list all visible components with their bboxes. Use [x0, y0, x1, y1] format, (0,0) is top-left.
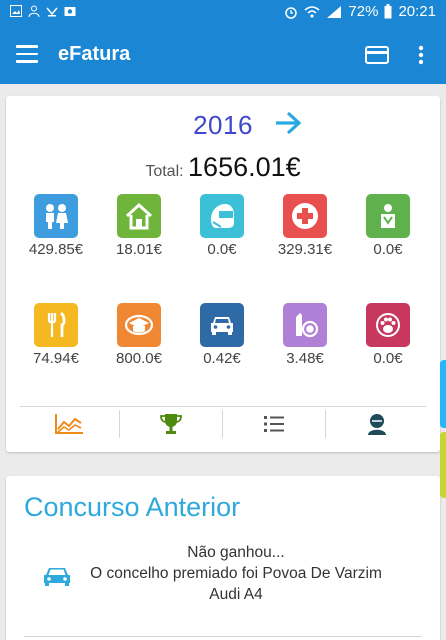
- signal-icon: [327, 5, 342, 18]
- category-value: 3.48€: [286, 350, 324, 367]
- category-value: 429.85€: [28, 241, 84, 258]
- status-bar: 72% 20:21: [0, 0, 446, 26]
- tab-list[interactable]: [224, 409, 324, 439]
- wifi-download-icon: [46, 7, 58, 17]
- car-icon: [200, 303, 244, 347]
- paw-icon: [366, 303, 410, 347]
- arrow-right-icon[interactable]: [274, 111, 302, 135]
- person-icon: [366, 194, 410, 238]
- battery-icon: [384, 4, 392, 19]
- category-veterinary[interactable]: 0.0€: [351, 303, 425, 367]
- category-health[interactable]: 329.31€: [268, 194, 342, 258]
- alarm-icon: [285, 6, 298, 19]
- tab-separator: [325, 410, 326, 438]
- app-title: eFatura: [58, 43, 131, 65]
- category-value: 329.31€: [277, 241, 333, 258]
- year-label[interactable]: 2016: [193, 110, 253, 140]
- user-icon: [368, 414, 386, 435]
- trophy-icon: [160, 414, 182, 434]
- category-value: 0.0€: [373, 241, 403, 258]
- total-label: Total:: [145, 163, 184, 180]
- wifi-icon: [304, 5, 320, 18]
- tab-trophy[interactable]: [121, 409, 221, 439]
- total-row: Total: 1656.01€: [6, 152, 440, 183]
- category-vehicles[interactable]: 0.0€: [185, 194, 259, 258]
- person-icon: [28, 5, 40, 17]
- family-icon: [34, 194, 78, 238]
- list-icon: [264, 416, 284, 432]
- category-auto-repair[interactable]: 0.42€: [185, 303, 259, 367]
- category-care[interactable]: 0.0€: [351, 194, 425, 258]
- total-value: 1656.01€: [188, 152, 301, 182]
- tab-chart[interactable]: [19, 409, 119, 439]
- category-education[interactable]: 800.0€: [102, 303, 176, 367]
- house-icon: [117, 194, 161, 238]
- fork-knife-icon: [34, 303, 78, 347]
- app-bar: eFatura: [0, 26, 446, 84]
- helmet-icon: [200, 194, 244, 238]
- graduation-cap-icon: [117, 303, 161, 347]
- category-value: 0.0€: [373, 350, 403, 367]
- winning-municipality: O concelho premiado foi Povoa De Varzim: [90, 565, 382, 582]
- chart-icon: [55, 414, 83, 434]
- category-beauty[interactable]: 3.48€: [268, 303, 342, 367]
- divider: [24, 636, 422, 637]
- system-status: 72% 20:21: [284, 3, 436, 20]
- previous-contest-card: Concurso Anterior Não ganhou... O concel…: [6, 476, 440, 640]
- credit-card-icon[interactable]: [365, 45, 389, 65]
- menu-icon[interactable]: [16, 45, 38, 65]
- contest-result: Não ganhou... O concelho premiado foi Po…: [76, 542, 396, 605]
- category-value: 0.0€: [207, 241, 237, 258]
- section-title: Concurso Anterior: [24, 492, 241, 522]
- category-value: 18.01€: [116, 241, 162, 258]
- category-restaurants[interactable]: 74.94€: [19, 303, 93, 367]
- edge-panel-handle[interactable]: [440, 360, 446, 428]
- photo-icon: [64, 7, 76, 16]
- edge-panel-handle[interactable]: [440, 432, 446, 498]
- car-icon: [44, 568, 70, 586]
- more-vert-icon[interactable]: [416, 44, 426, 66]
- health-cross-icon: [283, 194, 327, 238]
- category-housing[interactable]: 18.01€: [102, 194, 176, 258]
- result-status: Não ganhou...: [187, 544, 285, 561]
- battery-percent: 72%: [348, 3, 379, 20]
- category-value: 800.0€: [116, 350, 162, 367]
- category-value: 0.42€: [203, 350, 241, 367]
- clock: 20:21: [398, 3, 436, 20]
- tab-profile[interactable]: [327, 409, 427, 439]
- category-family[interactable]: 429.85€: [19, 194, 93, 258]
- year-selector: 2016: [6, 110, 440, 141]
- tab-separator: [222, 410, 223, 438]
- tab-separator: [119, 410, 120, 438]
- image-icon: [10, 5, 22, 17]
- notification-icons: [10, 5, 76, 17]
- tabs-divider: [20, 406, 426, 407]
- category-value: 74.94€: [33, 350, 79, 367]
- prize: Audi A4: [209, 586, 263, 603]
- beauty-icon: [283, 303, 327, 347]
- summary-card: 2016 Total: 1656.01€ 429.85€ 18.01€ 0.0€…: [6, 96, 440, 452]
